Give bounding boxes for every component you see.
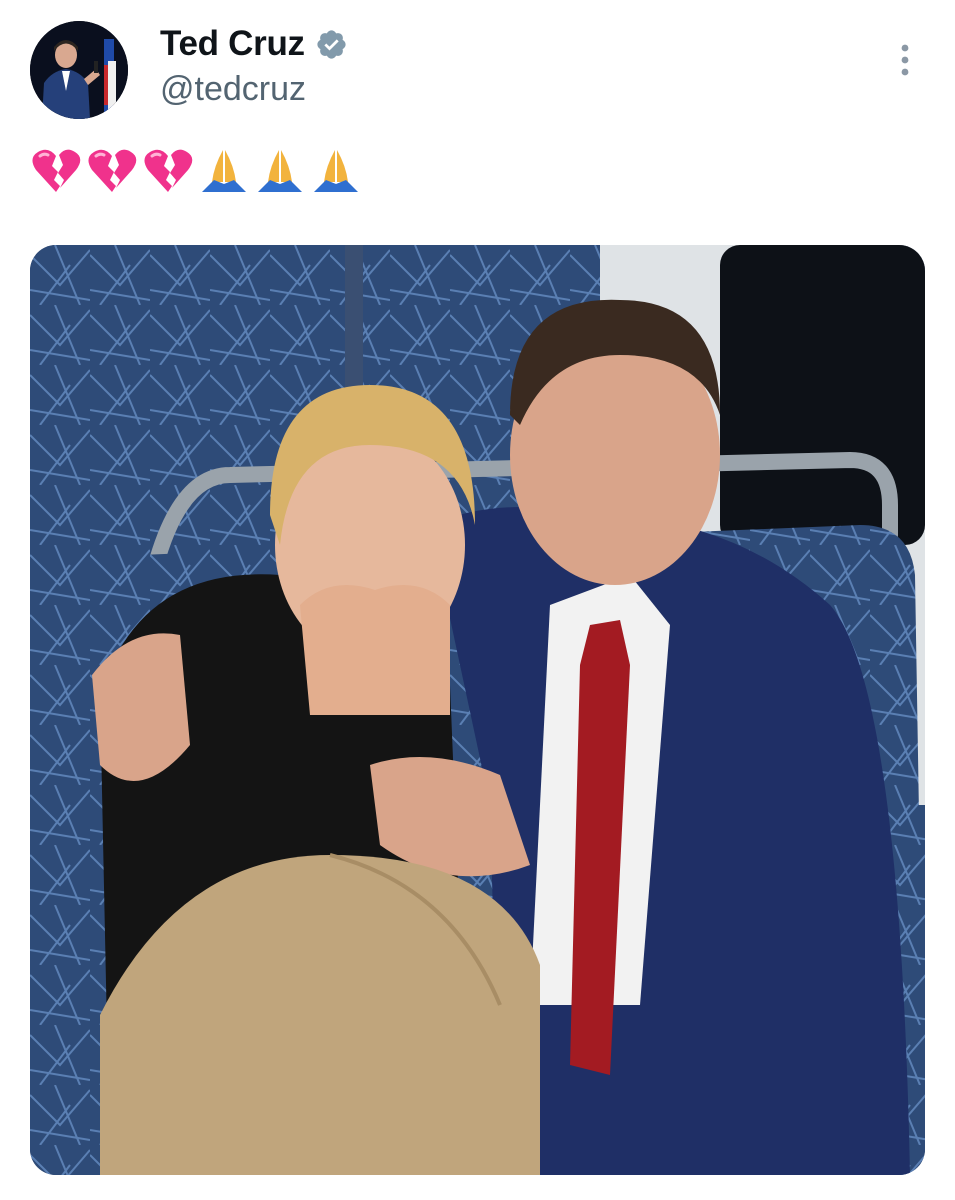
author-handle[interactable]: @tedcruz [160,70,306,109]
folded-hands-icon [314,150,358,192]
verified-badge-icon [317,29,346,59]
broken-heart-icon [32,149,81,192]
more-options-button[interactable] [892,40,918,84]
author-name[interactable]: Ted Cruz [160,24,305,64]
tweet-media-image[interactable] [30,245,925,1175]
more-vertical-icon [901,44,909,76]
author-avatar[interactable] [30,21,128,119]
folded-hands-icon [258,150,302,192]
broken-heart-icon [144,149,193,192]
tweet-text [30,146,362,198]
folded-hands-icon [202,150,246,192]
broken-heart-icon [88,149,137,192]
